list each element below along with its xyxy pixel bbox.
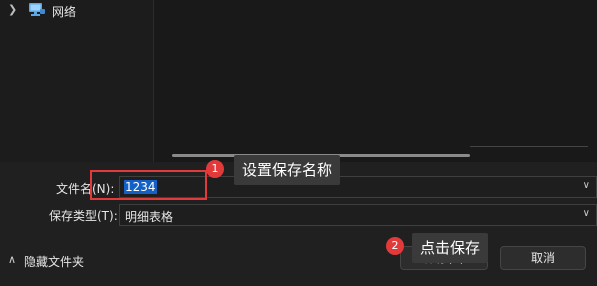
file-browser-area: ❯ 网络 [0, 0, 597, 162]
navigation-pane: ❯ 网络 [0, 0, 153, 162]
annotation-badge-2: 2 [386, 237, 404, 255]
annotation-callout-2: 点击保存 [412, 233, 489, 263]
chevron-up-icon: ∧ [8, 253, 17, 266]
annotation-callout-1: 设置保存名称 [234, 155, 341, 185]
save-type-label: 保存类型(T): [49, 209, 118, 223]
divider [470, 146, 588, 147]
sidebar-item-network[interactable]: ❯ 网络 [0, 0, 153, 22]
chevron-down-icon[interactable]: ∨ [583, 180, 590, 191]
cancel-button[interactable]: 取消 [500, 246, 586, 270]
save-type-value: 明细表格 [125, 210, 174, 224]
network-icon [29, 3, 45, 16]
chevron-right-icon[interactable]: ❯ [8, 4, 18, 16]
hide-folders-label: 隐藏文件夹 [24, 255, 85, 269]
save-type-select[interactable]: 明细表格 ∨ [119, 204, 597, 226]
annotation-badge-1: 1 [206, 160, 224, 178]
highlight-box [90, 170, 207, 200]
sidebar-item-label: 网络 [52, 5, 77, 19]
file-list-pane [154, 0, 597, 162]
chevron-down-icon[interactable]: ∨ [583, 208, 590, 219]
